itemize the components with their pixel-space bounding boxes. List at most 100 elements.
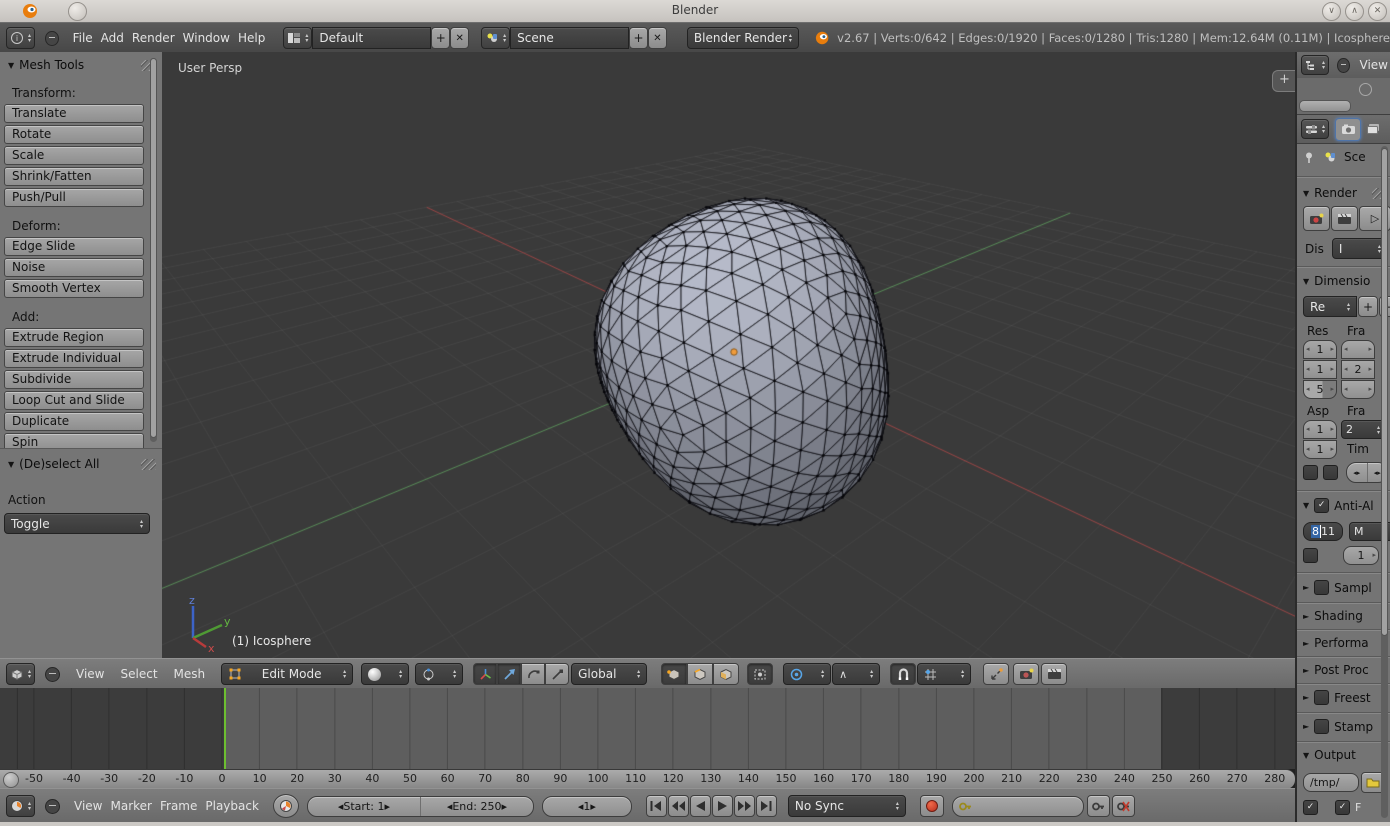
scene-field[interactable]: Scene (510, 27, 629, 49)
mode-dropdown[interactable]: Edit Mode ▴▾ (221, 663, 353, 685)
vertex-select-mode-button[interactable] (661, 663, 687, 685)
shelf-button[interactable]: Rotate (4, 125, 144, 144)
resolution-field[interactable]: ◂1▸ (1303, 360, 1337, 379)
screen-layout-browse-button[interactable]: ▴▾ (283, 27, 312, 49)
shelf-button[interactable]: Extrude Individual (4, 349, 144, 368)
shelf-button[interactable]: Extrude Region (4, 328, 144, 347)
file-extensions-checkbox[interactable]: ✓ (1335, 800, 1350, 815)
timeline-channels-area[interactable] (0, 688, 1295, 769)
shelf-button[interactable]: Shrink/Fatten (4, 167, 144, 186)
previous-keyframe-button[interactable] (668, 795, 689, 817)
delete-screen-layout-button[interactable]: ✕ (450, 27, 469, 49)
scene-browse-button[interactable]: ▴▾ (481, 27, 510, 49)
action-dropdown[interactable]: Toggle ▴▾ (4, 513, 150, 534)
timeline-current-frame-line[interactable] (224, 688, 226, 769)
collapse-menus-icon[interactable] (45, 667, 60, 682)
play-button[interactable] (712, 795, 733, 817)
full-sample-checkbox[interactable] (1303, 548, 1318, 563)
anti-aliasing-checkbox[interactable]: ✓ (1314, 498, 1329, 513)
aa-size-field[interactable]: 1▸ (1343, 546, 1379, 565)
open-region-plus-handle[interactable]: + (1272, 70, 1295, 92)
frame-range-field[interactable]: ◂▸ (1341, 380, 1375, 399)
stamp-panel-header[interactable]: ► Stamp (1303, 719, 1373, 734)
panel-drag-grip-icon[interactable] (141, 459, 156, 470)
tool-shelf-scrollbar[interactable] (150, 58, 157, 442)
collapse-menus-icon[interactable] (45, 799, 60, 814)
overwrite-checkbox[interactable]: ✓ (1303, 800, 1318, 815)
keying-set-field[interactable] (952, 796, 1084, 817)
shelf-button[interactable]: Translate (4, 104, 144, 123)
editor-type-outliner-button[interactable]: ▴▾ (1301, 55, 1329, 75)
post-processing-panel-header[interactable]: ► Post Proc (1303, 663, 1369, 677)
timeline-ruler[interactable]: -50-40-30-20-100102030405060708090100110… (0, 769, 1295, 789)
sync-mode-dropdown[interactable]: No Sync ▴▾ (788, 795, 906, 817)
menu-render[interactable]: Render (128, 31, 179, 45)
collapse-menus-icon[interactable] (1337, 58, 1350, 73)
current-frame-field[interactable]: ◂1▸ (542, 796, 632, 817)
menu-frame[interactable]: Frame (156, 799, 201, 813)
properties-scrollbar[interactable] (1381, 146, 1388, 818)
manipulator-scale-button[interactable] (545, 663, 569, 685)
opengl-render-animation-button[interactable] (1041, 663, 1067, 685)
tab-render-layers-context[interactable] (1361, 119, 1385, 140)
delete-scene-button[interactable]: ✕ (648, 27, 667, 49)
crop-checkbox[interactable] (1323, 465, 1338, 480)
aspect-field[interactable]: ◂1▸ (1303, 440, 1337, 459)
shelf-button[interactable]: Push/Pull (4, 188, 144, 207)
play-reverse-button[interactable] (690, 795, 711, 817)
frame-range-field[interactable]: ◂▸ (1341, 340, 1375, 359)
shading-panel-header[interactable]: ► Shading (1303, 609, 1363, 623)
jump-to-end-button[interactable] (756, 795, 777, 817)
snap-toggle-button[interactable] (890, 663, 916, 685)
menu-mesh[interactable]: Mesh (170, 667, 210, 681)
editor-type-info-button[interactable]: i ▴▾ (6, 27, 35, 49)
outliner-horizontal-scrollbar[interactable] (1299, 100, 1351, 112)
editor-type-3dview-button[interactable]: ▴▾ (6, 663, 35, 685)
collapse-menus-icon[interactable] (45, 31, 59, 46)
next-keyframe-button[interactable] (734, 795, 755, 817)
proportional-falloff-dropdown[interactable]: ∧ ▴▾ (832, 663, 880, 685)
manipulator-rotate-button[interactable] (521, 663, 545, 685)
frame-range-field[interactable]: ◂2▸ (1341, 360, 1375, 379)
pin-icon[interactable] (1303, 151, 1316, 164)
output-path-field[interactable]: /tmp/ (1303, 773, 1359, 792)
menu-window[interactable]: Window (179, 31, 234, 45)
sampled-motion-blur-checkbox[interactable] (1314, 580, 1329, 595)
menu-marker[interactable]: Marker (107, 799, 156, 813)
manipulator-toggle-button[interactable] (473, 663, 497, 685)
insert-keyframe-button[interactable] (1087, 795, 1110, 817)
snap-peel-object-button[interactable] (983, 663, 1009, 685)
menu-add[interactable]: Add (97, 31, 128, 45)
shelf-button[interactable]: Scale (4, 146, 144, 165)
stamp-checkbox[interactable] (1314, 719, 1329, 734)
deselect-all-panel-header[interactable]: ▼ (De)select All (8, 457, 100, 471)
freestyle-panel-header[interactable]: ► Freest (1303, 690, 1371, 705)
pivot-point-dropdown[interactable]: ▴▾ (415, 663, 463, 685)
resolution-field[interactable]: ◂5▸ (1303, 380, 1337, 399)
menu-view[interactable]: View (72, 667, 108, 681)
edge-select-mode-button[interactable] (687, 663, 713, 685)
shelf-button[interactable]: Smooth Vertex (4, 279, 144, 298)
aspect-field[interactable]: ◂1▸ (1303, 420, 1337, 439)
shelf-button[interactable]: Spin (4, 433, 144, 448)
limit-selection-visible-button[interactable] (747, 663, 773, 685)
window-close-button[interactable]: ✕ (1368, 2, 1387, 21)
manipulator-translate-button[interactable] (497, 663, 521, 685)
add-scene-button[interactable]: + (629, 27, 648, 49)
viewport-canvas[interactable] (162, 52, 1295, 658)
restrict-render-icon[interactable] (1359, 83, 1372, 96)
render-presets-dropdown[interactable]: Re ▴▾ (1303, 296, 1357, 317)
shelf-button[interactable]: Noise (4, 258, 144, 277)
display-mode-dropdown[interactable]: I ▴▾ (1332, 238, 1388, 259)
menu-file[interactable]: File (69, 31, 97, 45)
dimensions-panel-header[interactable]: ▼ Dimensio (1303, 274, 1370, 288)
end-frame-field[interactable]: ◂End: 250▸ (420, 797, 533, 816)
render-still-button[interactable] (1303, 206, 1330, 231)
editor-type-timeline-button[interactable]: ▴▾ (6, 795, 35, 817)
delete-keyframe-button[interactable] (1112, 795, 1135, 817)
performance-panel-header[interactable]: ► Performa (1303, 636, 1369, 650)
shelf-button[interactable]: Duplicate (4, 412, 144, 431)
resolution-field[interactable]: ◂1▸ (1303, 340, 1337, 359)
proportional-edit-dropdown[interactable]: ▴▾ (783, 663, 831, 685)
sampled-motion-blur-panel-header[interactable]: ► Sampl (1303, 580, 1372, 595)
